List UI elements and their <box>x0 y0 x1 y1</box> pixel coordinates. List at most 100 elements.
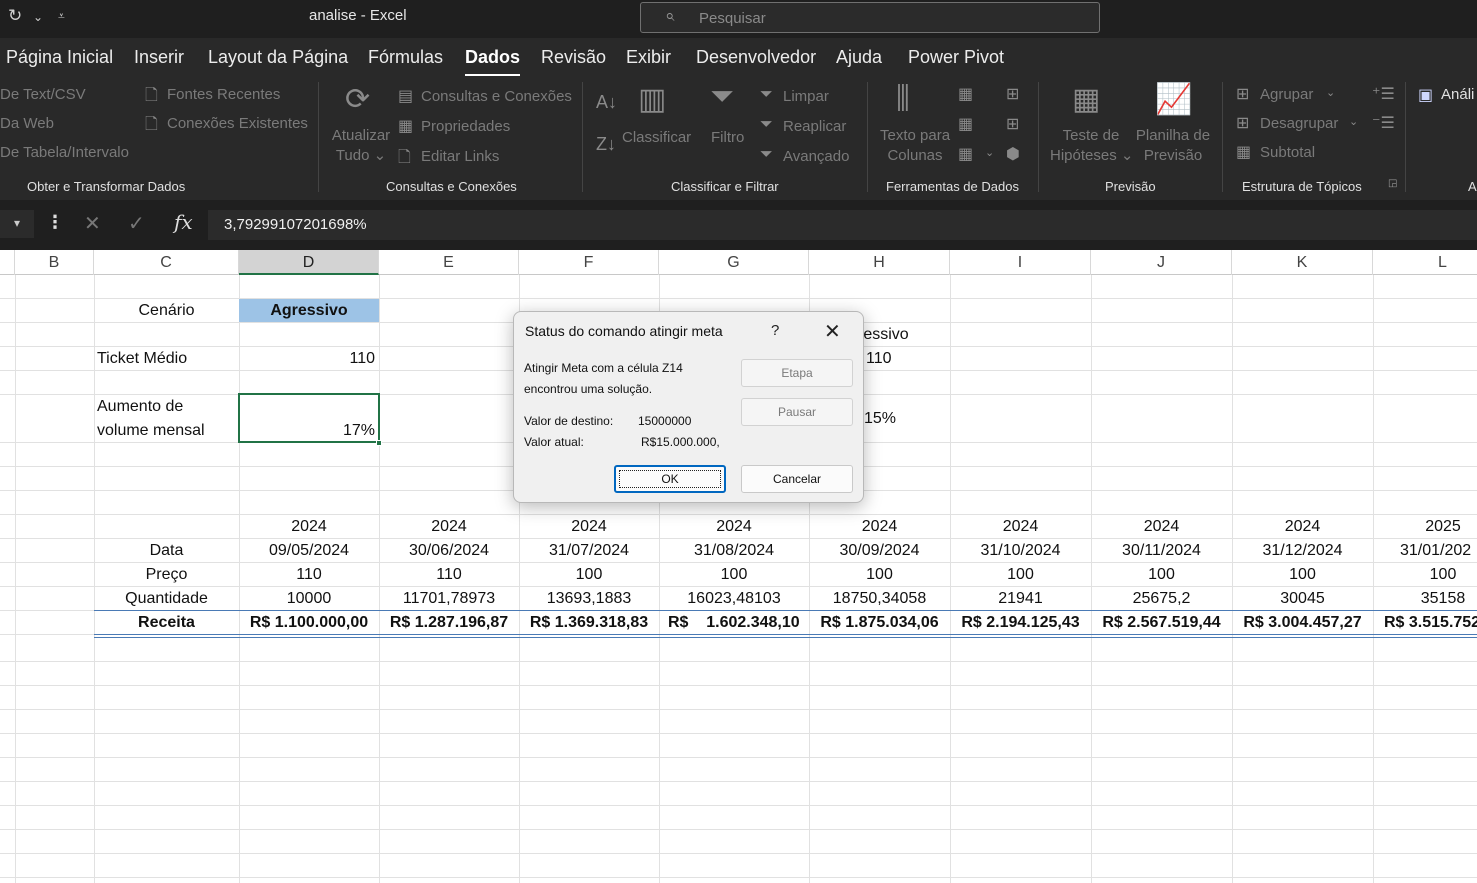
formula-input[interactable]: 3,79299107201698% <box>208 210 1477 240</box>
insert-function-icon[interactable]: fx <box>174 210 193 234</box>
cell-scenario-label[interactable]: Cenário <box>94 299 239 323</box>
cell-quantity[interactable]: 35158 <box>1373 587 1477 611</box>
cell-quantity[interactable]: 30045 <box>1232 587 1373 611</box>
hide-detail-icon[interactable]: ⁻☰ <box>1372 113 1395 133</box>
cell-quantity[interactable]: 25675,2 <box>1091 587 1232 611</box>
cell-year[interactable]: 2024 <box>1091 515 1232 539</box>
redo-icon[interactable]: ↻ <box>8 6 22 26</box>
row-label-receita[interactable]: Receita <box>94 611 239 635</box>
tab-exibir[interactable]: Exibir <box>626 47 671 68</box>
sort-button[interactable]: Classificar <box>622 128 691 148</box>
cell-year[interactable]: 2024 <box>1232 515 1373 539</box>
cell-price[interactable]: 100 <box>659 563 809 587</box>
more-options-icon[interactable]: ⋮ <box>46 212 64 233</box>
tab-dados[interactable]: Dados <box>465 47 521 77</box>
cell-year[interactable]: 2024 <box>239 515 379 539</box>
confirm-edit-icon[interactable]: ✓ <box>128 211 145 236</box>
cell-price[interactable]: 100 <box>519 563 659 587</box>
redo-dropdown-icon[interactable]: ⌄ <box>33 10 43 24</box>
tab-power-pivot[interactable]: Power Pivot <box>908 47 1004 68</box>
cell-quantity[interactable]: 16023,48103 <box>659 587 809 611</box>
cell-date[interactable]: 09/05/2024 <box>239 539 379 563</box>
column-header-f[interactable]: F <box>519 250 659 275</box>
row-label-data[interactable]: Data <box>94 539 239 563</box>
column-header-l[interactable]: L <box>1373 250 1477 275</box>
clear-filter-button[interactable]: Limpar <box>783 88 829 105</box>
cell-revenue[interactable]: R$ 1.369.318,83 <box>519 611 659 635</box>
outline-dialog-launcher-icon[interactable]: ◲ <box>1388 178 1397 189</box>
ok-button[interactable]: OK <box>614 465 726 493</box>
search-box[interactable]: ⌕ <box>640 2 1100 33</box>
queries-connections-button[interactable]: Consultas e Conexões <box>421 88 572 105</box>
column-header-h[interactable]: H <box>809 250 950 275</box>
cell-date[interactable]: 31/12/2024 <box>1232 539 1373 563</box>
filter-button[interactable]: Filtro <box>711 128 744 148</box>
column-header-j[interactable]: J <box>1091 250 1232 275</box>
tab-inserir[interactable]: Inserir <box>134 47 184 68</box>
cell-date[interactable]: 30/06/2024 <box>379 539 519 563</box>
column-header-b[interactable]: B <box>15 250 94 275</box>
cell-date[interactable]: 31/10/2024 <box>950 539 1091 563</box>
column-header-i[interactable]: I <box>950 250 1091 275</box>
cell-revenue[interactable]: R$ 1.100.000,00 <box>239 611 379 635</box>
data-validation-dropdown-icon[interactable]: ⌄ <box>985 146 994 159</box>
cell-price[interactable]: 100 <box>1232 563 1373 587</box>
tab-revisao[interactable]: Revisão <box>541 47 606 68</box>
data-model-icon[interactable]: ⬢ <box>1006 144 1020 164</box>
relationships-icon[interactable]: ⊞ <box>1006 114 1019 134</box>
reapply-button[interactable]: Reaplicar <box>783 118 846 135</box>
cell-quantity[interactable]: 10000 <box>239 587 379 611</box>
row-label-quantidade[interactable]: Quantidade <box>94 587 239 611</box>
cell-year[interactable]: 2024 <box>659 515 809 539</box>
cell-quantity[interactable]: 13693,1883 <box>519 587 659 611</box>
step-button[interactable]: Etapa <box>741 359 853 387</box>
cell-price[interactable]: 100 <box>950 563 1091 587</box>
help-icon[interactable]: ? <box>771 322 779 339</box>
column-header-d[interactable]: D <box>239 250 379 275</box>
cell-date[interactable]: 31/08/2024 <box>659 539 809 563</box>
cell-date[interactable]: 31/01/202 <box>1400 539 1477 563</box>
fill-handle[interactable] <box>376 440 382 446</box>
cell-date[interactable]: 30/11/2024 <box>1091 539 1232 563</box>
cell-date[interactable]: 31/07/2024 <box>519 539 659 563</box>
column-header-g[interactable]: G <box>659 250 809 275</box>
remove-duplicates-icon[interactable]: ▦ <box>958 114 973 134</box>
cell-volume-label-1[interactable]: Aumento de <box>97 395 239 419</box>
cell-revenue[interactable]: R$ 2.567.519,44 <box>1091 611 1232 635</box>
existing-connections-button[interactable]: Conexões Existentes <box>167 115 308 132</box>
pause-button[interactable]: Pausar <box>741 398 853 426</box>
cell-year[interactable]: 2024 <box>950 515 1091 539</box>
name-box-dropdown[interactable]: ▾ <box>0 210 34 238</box>
cell-price[interactable]: 100 <box>1373 563 1477 587</box>
cell-revenue[interactable]: R$ 1.875.034,06 <box>809 611 950 635</box>
forecast-sheet-button[interactable]: Planilha de Previsão <box>1135 126 1211 166</box>
cell-h-scenario[interactable]: ressivo <box>858 323 948 347</box>
flash-fill-icon[interactable]: ▦ <box>958 84 973 104</box>
cell-revenue[interactable]: R$ 1.287.196,87 <box>379 611 519 635</box>
cell-year[interactable]: 2024 <box>379 515 519 539</box>
cell-year[interactable]: 2025 <box>1373 515 1477 539</box>
from-text-csv-button[interactable]: De Text/CSV <box>0 86 86 103</box>
cancel-edit-icon[interactable]: ✕ <box>84 211 101 236</box>
tab-desenvolvedor[interactable]: Desenvolvedor <box>696 47 816 68</box>
group-button[interactable]: Agrupar <box>1260 86 1313 103</box>
data-analysis-button[interactable]: Análi <box>1441 86 1474 103</box>
cell-ticket-value[interactable]: 110 <box>239 347 375 371</box>
group-dropdown-icon[interactable]: ⌄ <box>1326 86 1335 99</box>
cancel-button[interactable]: Cancelar <box>741 465 853 493</box>
ungroup-dropdown-icon[interactable]: ⌄ <box>1349 115 1358 128</box>
ungroup-button[interactable]: Desagrupar <box>1260 115 1338 132</box>
cell-price[interactable]: 110 <box>379 563 519 587</box>
tab-pagina-inicial[interactable]: Página Inicial <box>6 47 113 68</box>
cell-scenario-value[interactable]: Agressivo <box>239 299 379 322</box>
sort-az-icon[interactable]: A↓ <box>596 92 617 113</box>
cell-volume-value[interactable]: 17% <box>239 419 375 443</box>
cell-price[interactable]: 100 <box>1091 563 1232 587</box>
column-header-c[interactable]: C <box>94 250 239 275</box>
cell-price[interactable]: 110 <box>239 563 379 587</box>
column-header-e[interactable]: E <box>379 250 519 275</box>
cell-price[interactable]: 100 <box>809 563 950 587</box>
cell-quantity[interactable]: 21941 <box>950 587 1091 611</box>
text-to-columns-button[interactable]: Texto para Colunas <box>880 126 950 166</box>
recent-sources-button[interactable]: Fontes Recentes <box>167 86 280 103</box>
